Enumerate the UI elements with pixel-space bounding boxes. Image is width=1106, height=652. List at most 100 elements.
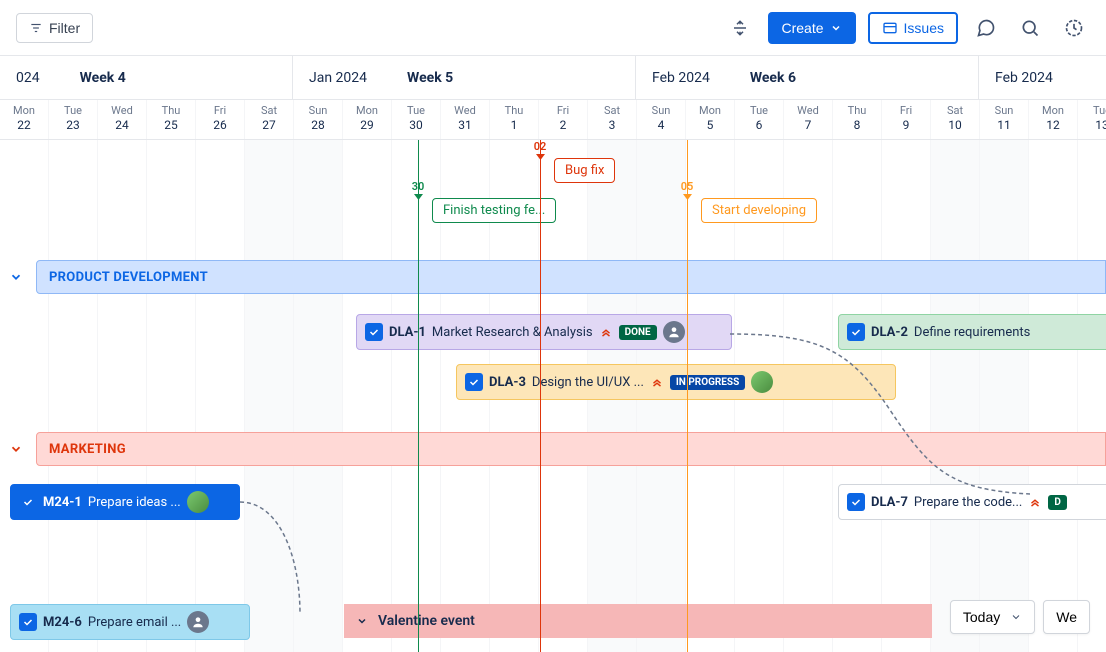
task-bar[interactable]: DLA-1 Market Research & Analysis DONE xyxy=(356,314,732,350)
week-header: 024Week 4 xyxy=(0,56,293,99)
task-title: Design the UI/UX ... xyxy=(532,375,644,390)
day-header: Fri26 xyxy=(196,100,245,139)
status-badge: DONE xyxy=(619,325,657,340)
task-bar[interactable]: DLA-7 Prepare the code... D xyxy=(838,484,1106,520)
day-header: Sat10 xyxy=(931,100,980,139)
filter-button[interactable]: Filter xyxy=(16,13,93,43)
timeline-marker[interactable]: 05 Start developing xyxy=(687,140,688,652)
week-month: Jan 2024 xyxy=(309,70,367,86)
marker-triangle-icon xyxy=(414,194,423,200)
priority-high-icon xyxy=(650,375,664,389)
swimlane-toggle[interactable] xyxy=(6,439,26,459)
task-bar[interactable]: M24-1 Prepare ideas ... xyxy=(10,484,240,520)
timeline-marker[interactable]: 02 Bug fix xyxy=(540,140,541,652)
avatar xyxy=(751,371,773,393)
chat-icon[interactable] xyxy=(970,12,1002,44)
marker-date: 02 xyxy=(534,140,547,153)
view-button[interactable]: We xyxy=(1043,600,1090,634)
task-key: DLA-7 xyxy=(871,495,908,510)
task-title: Prepare email ... xyxy=(88,615,181,630)
create-label: Create xyxy=(782,20,824,36)
swimlane-header[interactable]: MARKETING xyxy=(36,432,1106,466)
swimlane-toggle[interactable] xyxy=(6,267,26,287)
issues-icon xyxy=(882,20,898,36)
task-key: DLA-1 xyxy=(389,325,426,340)
chevron-down-icon xyxy=(1010,611,1022,623)
week-month: Feb 2024 xyxy=(652,70,710,86)
priority-high-icon xyxy=(1028,495,1042,509)
marker-date: 05 xyxy=(681,180,694,193)
marker-date: 30 xyxy=(412,180,425,193)
avatar xyxy=(187,491,209,513)
day-header: Tue23 xyxy=(49,100,98,139)
clock-icon[interactable] xyxy=(1058,12,1090,44)
day-header: Fri2 xyxy=(539,100,588,139)
day-header: Tue30 xyxy=(392,100,441,139)
task-title: Prepare ideas ... xyxy=(88,495,181,510)
day-header: Mon22 xyxy=(0,100,49,139)
day-header: Wed7 xyxy=(784,100,833,139)
swimlane-header[interactable]: PRODUCT DEVELOPMENT xyxy=(36,260,1106,294)
day-header: Sun4 xyxy=(637,100,686,139)
day-header: Sun11 xyxy=(980,100,1029,139)
marker-badge[interactable]: Bug fix xyxy=(554,158,615,183)
avatar xyxy=(187,611,209,633)
today-button[interactable]: Today xyxy=(950,600,1035,634)
issues-label: Issues xyxy=(904,20,944,36)
task-bar[interactable]: DLA-2 Define requirements xyxy=(838,314,1106,350)
timeline-marker[interactable]: 30 Finish testing fe... xyxy=(418,140,419,652)
filter-label: Filter xyxy=(49,20,80,36)
task-check-icon xyxy=(847,493,865,511)
status-badge: IN PROGRESS xyxy=(670,375,745,390)
event-bar[interactable]: Valentine event xyxy=(344,604,932,638)
week-header: Feb 2024 Week 6 xyxy=(636,56,979,99)
week-header: Feb 2024 xyxy=(979,56,1106,99)
week-month: 024 xyxy=(16,70,40,86)
task-check-icon xyxy=(465,373,483,391)
avatar xyxy=(663,321,685,343)
issues-button[interactable]: Issues xyxy=(868,12,958,44)
day-header: Mon5 xyxy=(686,100,735,139)
marker-badge[interactable]: Start developing xyxy=(701,198,817,223)
day-header: Thu8 xyxy=(833,100,882,139)
task-title: Market Research & Analysis xyxy=(432,325,593,340)
task-key: M24-6 xyxy=(43,615,82,630)
status-badge: D xyxy=(1048,495,1067,510)
filter-icon xyxy=(29,21,43,35)
week-header: Jan 2024Week 5 xyxy=(293,56,636,99)
task-key: DLA-2 xyxy=(871,325,908,340)
collapse-icon[interactable] xyxy=(724,12,756,44)
day-header: Sun28 xyxy=(294,100,343,139)
day-header: Sat3 xyxy=(588,100,637,139)
task-title: Prepare the code... xyxy=(914,495,1022,510)
day-header: Thu1 xyxy=(490,100,539,139)
chevron-down-icon xyxy=(830,22,842,34)
task-title: Define requirements xyxy=(914,325,1030,340)
create-button[interactable]: Create xyxy=(768,12,856,44)
task-key: DLA-3 xyxy=(489,375,526,390)
event-title: Valentine event xyxy=(378,613,475,629)
day-header: Wed24 xyxy=(98,100,147,139)
chevron-down-icon xyxy=(9,442,23,456)
marker-badge[interactable]: Finish testing fe... xyxy=(432,198,556,223)
task-check-icon xyxy=(365,323,383,341)
search-icon[interactable] xyxy=(1014,12,1046,44)
task-bar[interactable]: M24-6 Prepare email ... xyxy=(10,604,250,640)
today-label: Today xyxy=(963,609,1000,625)
marker-triangle-icon xyxy=(683,194,692,200)
day-header: Thu25 xyxy=(147,100,196,139)
chevron-down-icon xyxy=(356,615,368,627)
day-header: Mon29 xyxy=(343,100,392,139)
day-header: Sat27 xyxy=(245,100,294,139)
day-header: Tue6 xyxy=(735,100,784,139)
priority-high-icon xyxy=(599,325,613,339)
day-header: Wed31 xyxy=(441,100,490,139)
marker-triangle-icon xyxy=(536,154,545,160)
task-bar[interactable]: DLA-3 Design the UI/UX ... IN PROGRESS xyxy=(456,364,896,400)
day-header: Mon12 xyxy=(1029,100,1078,139)
task-key: M24-1 xyxy=(43,495,82,510)
chevron-down-icon xyxy=(9,270,23,284)
view-label: We xyxy=(1056,609,1077,625)
week-label: Week 6 xyxy=(750,70,796,86)
day-header: Fri9 xyxy=(882,100,931,139)
